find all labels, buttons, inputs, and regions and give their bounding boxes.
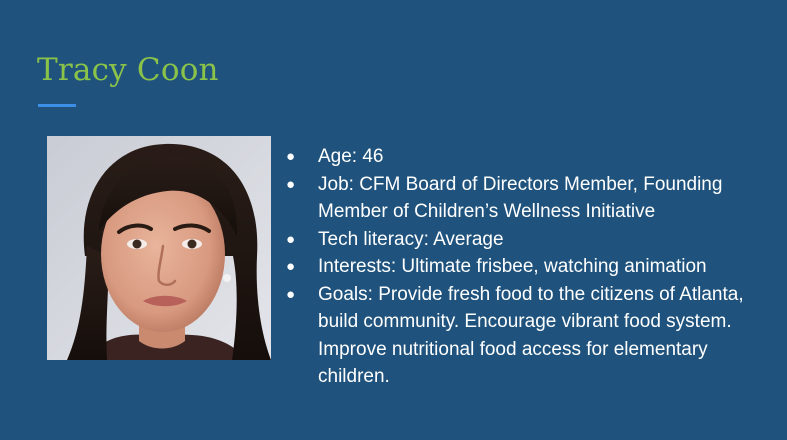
profile-photo xyxy=(47,136,271,360)
bullet-text: Tech literacy: Average xyxy=(318,228,504,250)
page-title: Tracy Coon xyxy=(37,52,219,88)
bullet-icon: ● xyxy=(286,258,296,275)
bullet-text: Interests: Ultimate frisbee, watching an… xyxy=(318,256,707,277)
list-item-tech-literacy: ● Tech literacy: Average xyxy=(286,226,766,254)
person-photo-icon xyxy=(47,136,271,360)
bullet-text: Job: CFM Board of Directors Member, Foun… xyxy=(318,173,723,223)
title-underline xyxy=(38,104,76,107)
bullet-icon: ● xyxy=(286,285,296,303)
bullet-text: Goals: Provide fresh food to the citizen… xyxy=(318,283,744,388)
list-item-goals: ● Goals: Provide fresh food to the citiz… xyxy=(286,281,766,391)
persona-details-list: ● Age: 46 ● Job: CFM Board of Directors … xyxy=(286,143,766,391)
bullet-icon: ● xyxy=(286,175,296,193)
bullet-text: Age: 46 xyxy=(318,146,384,167)
list-item-job: ● Job: CFM Board of Directors Member, Fo… xyxy=(286,171,766,226)
list-item-interests: ● Interests: Ultimate frisbee, watching … xyxy=(286,253,766,281)
bullet-icon: ● xyxy=(286,148,296,165)
list-item-age: ● Age: 46 xyxy=(286,143,766,171)
bullet-icon: ● xyxy=(286,230,296,248)
